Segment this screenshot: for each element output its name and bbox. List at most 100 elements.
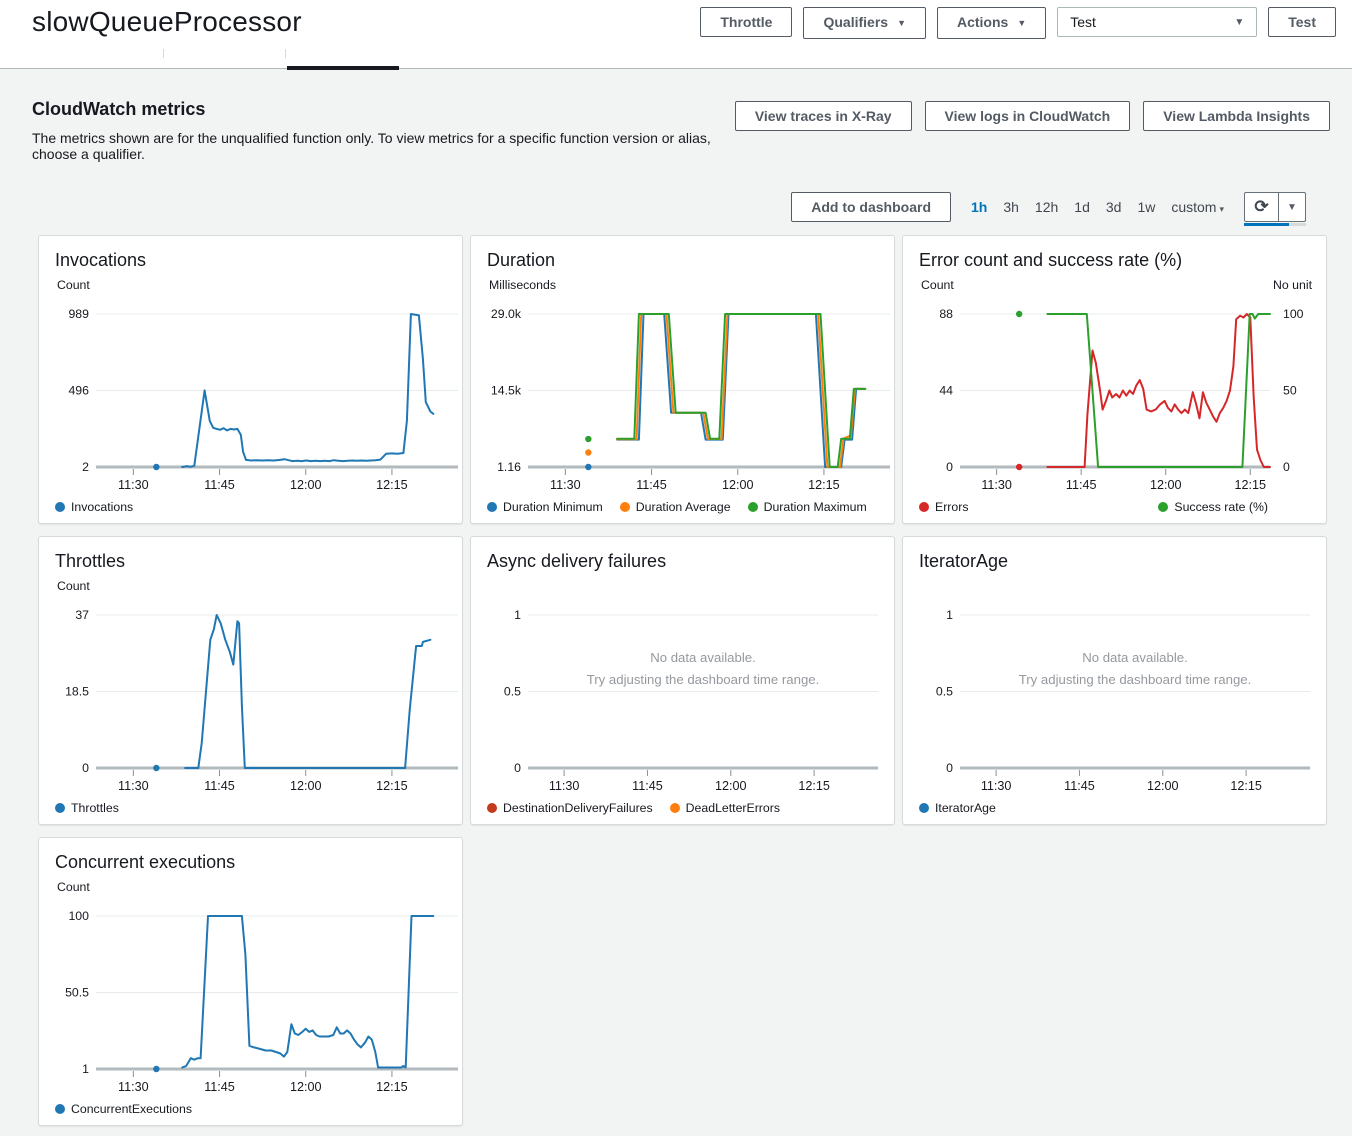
legend-color-dot [487,803,497,813]
svg-text:Milliseconds: Milliseconds [489,278,556,292]
range-1w[interactable]: 1w [1137,199,1155,215]
legend-item[interactable]: Success rate (%) [1158,500,1268,514]
throttle-button[interactable]: Throttle [700,7,792,37]
chart-title: Throttles [55,550,456,572]
svg-text:11:45: 11:45 [1064,779,1095,793]
actions-dropdown-button[interactable]: Actions▼ [937,7,1046,39]
throttles-chart: 3718.50Count11:3011:4512:0012:15 [55,574,458,800]
svg-text:0.5: 0.5 [936,685,953,699]
legend-color-dot [55,502,65,512]
legend-item[interactable]: DeadLetterErrors [670,801,780,815]
svg-text:0: 0 [1283,460,1290,474]
svg-text:50.5: 50.5 [65,986,89,1000]
svg-text:88: 88 [939,307,953,321]
test-event-select[interactable]: Test▼ [1057,7,1257,37]
range-3h[interactable]: 3h [1003,199,1019,215]
header-actions: Throttle Qualifiers▼ Actions▼ Test▼ Test [700,7,1336,39]
legend-color-dot [670,803,680,813]
chart-legend: ConcurrentExecutions [55,1102,456,1116]
legend-color-dot [487,502,497,512]
section-description: The metrics shown are for the unqualifie… [32,130,735,162]
svg-text:29.0k: 29.0k [491,307,522,321]
svg-text:12:15: 12:15 [376,1080,408,1094]
svg-text:12:15: 12:15 [376,779,408,793]
chevron-down-icon: ▾ [1219,204,1224,214]
svg-text:12:15: 12:15 [1235,478,1267,492]
legend-item[interactable]: IteratorAge [919,801,996,815]
chart-legend: Duration Minimum Duration Average Duration… [487,500,888,514]
svg-text:12:00: 12:00 [715,779,747,793]
svg-text:11:45: 11:45 [204,1080,235,1094]
metrics-cards-grid: Invocations 9894962Count11:3011:4512:001… [38,235,1330,1126]
metrics-header-text: CloudWatch metrics The metrics shown are… [32,99,735,162]
svg-text:2: 2 [82,460,89,474]
legend-item[interactable]: Duration Average [620,500,731,514]
legend-item[interactable]: ConcurrentExecutions [55,1102,192,1116]
svg-text:989: 989 [68,307,89,321]
svg-text:11:45: 11:45 [204,779,235,793]
svg-text:14.5k: 14.5k [491,384,522,398]
svg-text:0: 0 [514,761,521,775]
chart-legend: Throttles [55,801,456,815]
svg-text:12:15: 12:15 [808,478,840,492]
svg-text:No data available.: No data available. [650,650,756,665]
legend-color-dot [748,502,758,512]
legend-color-dot [1158,502,1168,512]
svg-text:12:00: 12:00 [290,1080,322,1094]
chart-legend: DestinationDeliveryFailures DeadLetterErr… [487,801,888,815]
svg-text:11:45: 11:45 [632,779,663,793]
legend-item[interactable]: Duration Minimum [487,500,603,514]
chart-legend: Invocations [55,500,456,514]
range-1d[interactable]: 1d [1074,199,1090,215]
function-header: slowQueueProcessor Throttle Qualifiers▼ … [0,0,1352,69]
svg-text:496: 496 [68,384,89,398]
svg-text:11:30: 11:30 [118,478,149,492]
legend-item[interactable]: DestinationDeliveryFailures [487,801,653,815]
svg-text:11:45: 11:45 [636,478,667,492]
svg-text:1: 1 [946,608,953,622]
page-title: slowQueueProcessor [32,6,302,38]
svg-text:No unit: No unit [1273,278,1313,292]
auto-refresh-progress [1244,223,1306,226]
legend-item[interactable]: Duration Maximum [748,500,867,514]
svg-text:11:30: 11:30 [549,779,580,793]
chart-legend: Errors Success rate (%) [919,500,1320,514]
range-3d[interactable]: 3d [1106,199,1122,215]
svg-text:18.5: 18.5 [65,685,89,699]
chevron-down-icon: ▼ [1234,17,1244,28]
view-logs-button[interactable]: View logs in CloudWatch [925,101,1131,131]
chart-title: Duration [487,249,888,271]
legend-item[interactable]: Throttles [55,801,119,815]
error-success-chart: 88440100500CountNo unit11:3011:4512:0012… [919,273,1322,499]
iterator-age-card: IteratorAge 10.5011:3011:4512:0012:15No … [902,536,1327,825]
add-to-dashboard-button[interactable]: Add to dashboard [791,192,951,222]
chevron-down-icon: ▼ [1017,18,1026,28]
legend-label: Duration Maximum [764,500,867,514]
tabs-bar [0,48,1352,69]
range-custom[interactable]: custom▾ [1171,199,1224,215]
legend-item[interactable]: Errors [919,500,968,514]
range-1h[interactable]: 1h [971,199,987,215]
legend-label: Duration Minimum [503,500,603,514]
range-12h[interactable]: 12h [1035,199,1058,215]
qualifiers-dropdown-button[interactable]: Qualifiers▼ [803,7,926,39]
view-xray-button[interactable]: View traces in X-Ray [735,101,912,131]
view-buttons: View traces in X-Ray View logs in CloudW… [735,101,1330,131]
legend-color-dot [55,1104,65,1114]
svg-text:11:30: 11:30 [550,478,581,492]
svg-text:11:30: 11:30 [118,1080,149,1094]
view-insights-button[interactable]: View Lambda Insights [1143,101,1330,131]
svg-text:11:30: 11:30 [118,779,149,793]
refresh-options-button[interactable]: ▼ [1279,192,1306,222]
chart-legend: IteratorAge [919,801,1320,815]
error-success-card: Error count and success rate (%) 8844010… [902,235,1327,524]
svg-text:37: 37 [75,608,89,622]
test-button[interactable]: Test [1268,7,1336,37]
refresh-button[interactable]: ⟳ [1244,192,1279,222]
tab-separator [285,49,286,58]
legend-color-dot [919,502,929,512]
time-range-selector: 1h 3h 12h 1d 3d 1w custom▾ [971,199,1224,215]
legend-color-dot [919,803,929,813]
legend-item[interactable]: Invocations [55,500,133,514]
chart-toolbar: Add to dashboard 1h 3h 12h 1d 3d 1w cust… [32,192,1306,222]
